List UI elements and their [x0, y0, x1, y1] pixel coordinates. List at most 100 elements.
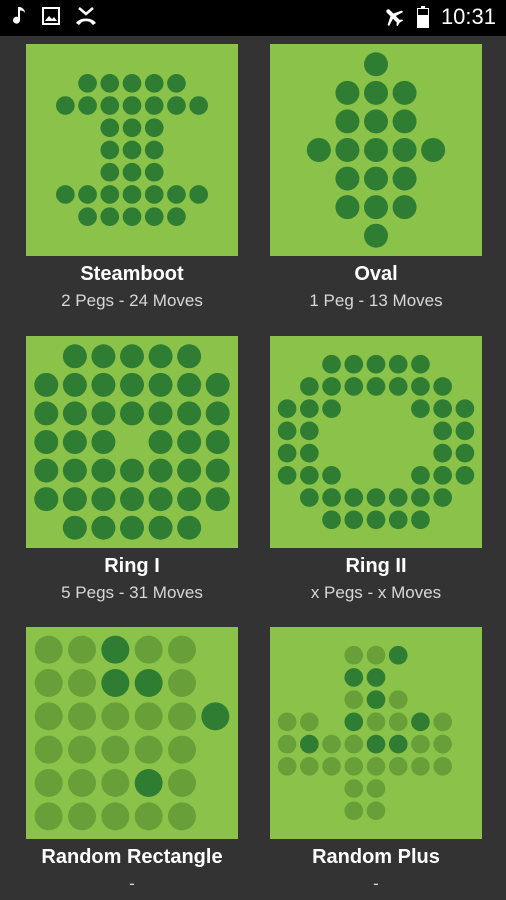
peg — [101, 669, 130, 697]
peg — [306, 138, 331, 162]
peg — [168, 635, 196, 664]
peg — [144, 74, 164, 93]
puzzle-card-random-rectangle[interactable]: Random Rectangle - — [26, 627, 238, 894]
peg — [322, 734, 341, 754]
peg — [344, 801, 364, 821]
peg — [366, 645, 386, 665]
peg-board — [277, 645, 452, 821]
peg — [433, 712, 452, 732]
peg — [392, 109, 417, 134]
peg — [366, 690, 386, 709]
peg — [300, 399, 319, 418]
peg — [411, 510, 430, 530]
peg — [335, 195, 360, 220]
peg — [366, 801, 386, 821]
peg — [277, 734, 297, 754]
clock-time: 10:31 — [440, 4, 496, 29]
peg — [392, 80, 417, 105]
peg — [411, 712, 430, 732]
peg — [100, 162, 120, 182]
puzzle-card-ring-ii[interactable]: Ring II x Pegs - x Moves — [270, 336, 482, 603]
puzzle-title: Oval — [354, 263, 398, 285]
peg — [34, 802, 63, 831]
peg — [205, 401, 230, 426]
peg — [433, 757, 452, 776]
peg — [148, 515, 173, 540]
peg — [364, 195, 388, 220]
peg — [277, 466, 297, 485]
peg — [344, 668, 364, 687]
peg — [34, 635, 63, 664]
peg — [91, 344, 116, 369]
peg — [122, 185, 142, 204]
peg — [205, 458, 230, 483]
peg — [300, 443, 319, 463]
peg — [144, 140, 164, 160]
peg — [277, 757, 297, 776]
peg — [144, 118, 164, 138]
peg — [177, 515, 202, 540]
peg — [122, 96, 142, 115]
peg — [91, 487, 116, 512]
peg — [68, 802, 96, 831]
puzzle-card-steamboot[interactable]: Steamboot 2 Pegs - 24 Moves — [26, 44, 238, 311]
peg — [300, 757, 319, 776]
puzzle-info: - — [129, 874, 135, 893]
puzzle-card-random-plus[interactable]: Random Plus - — [270, 627, 482, 894]
peg — [148, 458, 173, 483]
peg — [364, 166, 388, 191]
peg — [392, 166, 417, 191]
peg — [144, 207, 164, 227]
peg — [144, 96, 164, 115]
peg — [455, 399, 475, 418]
peg — [366, 377, 386, 396]
peg — [277, 443, 297, 463]
peg — [277, 399, 297, 418]
peg — [78, 185, 97, 204]
peg — [277, 421, 297, 441]
peg — [62, 458, 87, 483]
puzzle-card-oval[interactable]: Oval 1 Peg - 13 Moves — [270, 44, 482, 311]
peg — [366, 734, 386, 754]
peg — [134, 735, 163, 764]
peg — [62, 430, 87, 454]
peg — [388, 354, 408, 374]
peg — [68, 769, 96, 797]
peg — [122, 140, 142, 160]
peg — [62, 401, 87, 426]
peg — [322, 466, 341, 485]
peg — [344, 510, 364, 530]
peg — [421, 138, 446, 162]
peg — [120, 458, 144, 483]
peg — [34, 372, 59, 397]
peg — [167, 74, 186, 93]
puzzle-title: Ring I — [104, 555, 160, 577]
peg — [433, 443, 452, 463]
peg — [433, 466, 452, 485]
peg — [120, 401, 144, 426]
peg — [411, 354, 430, 374]
peg — [100, 207, 120, 227]
peg — [144, 185, 164, 204]
peg — [392, 138, 417, 162]
peg — [148, 344, 173, 369]
board-preview — [270, 44, 482, 256]
puzzle-info: x Pegs - x Moves — [310, 583, 442, 602]
peg — [455, 421, 475, 441]
peg — [168, 735, 196, 764]
puzzle-card-ring-i[interactable]: Ring I 5 Pegs - 31 Moves — [26, 336, 238, 603]
peg — [134, 702, 163, 731]
peg — [78, 74, 97, 93]
peg — [177, 430, 202, 454]
peg — [122, 118, 142, 138]
peg-board — [34, 635, 230, 831]
peg — [34, 487, 59, 512]
peg — [34, 735, 63, 764]
peg — [388, 690, 408, 709]
peg — [100, 140, 120, 160]
peg — [168, 802, 196, 831]
peg — [62, 344, 87, 369]
music-note-icon — [12, 6, 28, 26]
peg — [322, 488, 341, 507]
peg — [411, 399, 430, 418]
